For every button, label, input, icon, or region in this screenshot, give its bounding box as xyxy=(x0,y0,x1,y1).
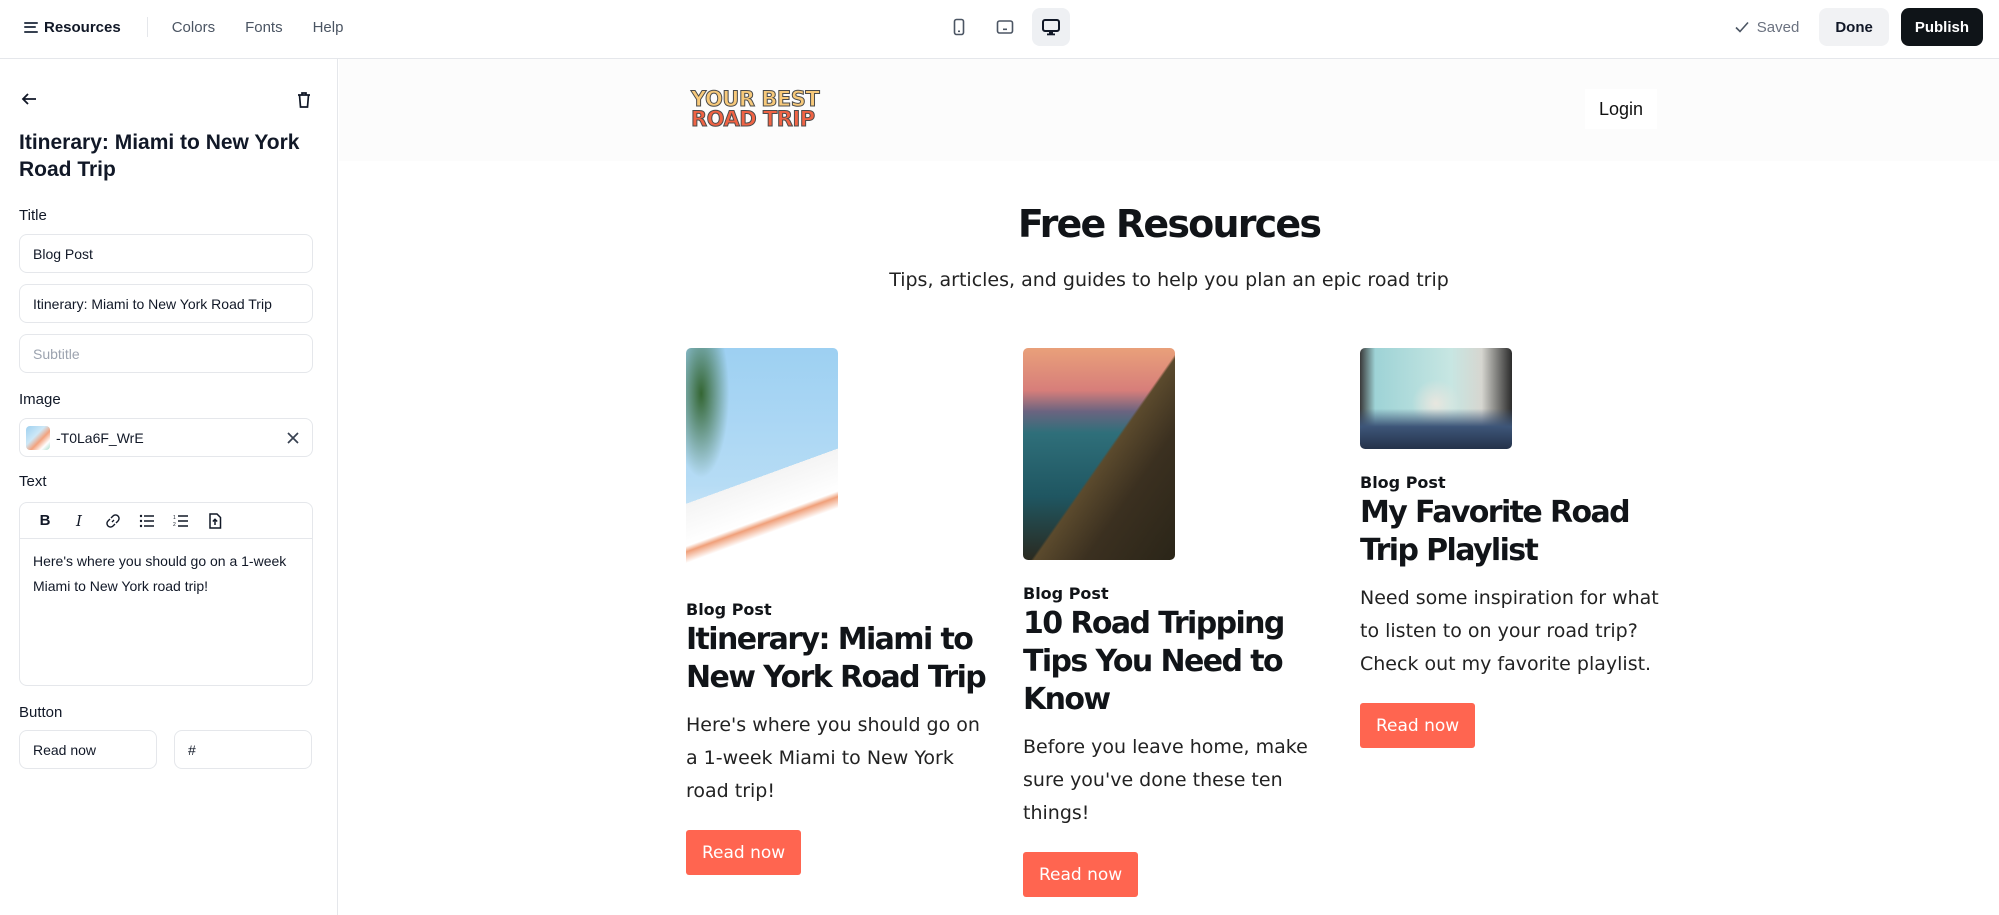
mobile-view-button[interactable] xyxy=(940,8,978,46)
italic-icon[interactable]: I xyxy=(68,510,90,532)
nav-help[interactable]: Help xyxy=(313,19,344,36)
card-image[interactable] xyxy=(1360,348,1512,449)
divider xyxy=(146,17,148,37)
rich-text-editor: B I 12 Here's where you should go on a 1… xyxy=(19,502,313,686)
read-now-button[interactable]: Read now xyxy=(1023,852,1139,897)
card-description: Need some inspiration for what to listen… xyxy=(1360,587,1659,675)
card-category: Blog Post xyxy=(1023,584,1109,603)
brand-label: Resources xyxy=(44,18,121,36)
desktop-icon xyxy=(1042,19,1060,36)
nav-colors[interactable]: Colors xyxy=(172,19,215,36)
read-now-button[interactable]: Read now xyxy=(1360,703,1476,748)
svg-text:1: 1 xyxy=(173,515,176,521)
card-title[interactable]: 10 Road Tripping Tips You Need to Know xyxy=(1023,605,1323,719)
editor-sidebar: Itinerary: Miami to New York Road Trip T… xyxy=(0,59,338,915)
close-icon[interactable] xyxy=(286,431,300,445)
nav-fonts[interactable]: Fonts xyxy=(245,19,283,36)
desktop-view-button[interactable] xyxy=(1032,8,1070,46)
check-icon xyxy=(1735,21,1749,33)
resource-card: Blog Post My Favorite Road Trip Playlist… xyxy=(1360,348,1660,748)
card-description: Here's where you should go on a 1-week M… xyxy=(686,714,980,802)
image-thumbnail xyxy=(26,425,50,450)
upload-file-icon[interactable] xyxy=(204,510,226,532)
card-image[interactable] xyxy=(1023,348,1175,560)
publish-button[interactable]: Publish xyxy=(1900,8,1983,46)
tablet-icon xyxy=(996,20,1014,34)
top-bar: Resources Colors Fonts Help Saved Done P… xyxy=(0,0,1999,59)
resource-card: Blog Post 10 Road Tripping Tips You Need… xyxy=(1023,348,1323,897)
device-switcher xyxy=(940,8,1070,46)
tablet-view-button[interactable] xyxy=(986,8,1024,46)
card-image[interactable] xyxy=(686,348,838,576)
card-category: Blog Post xyxy=(1360,473,1446,492)
menu-icon xyxy=(24,21,38,33)
logo-line-1: YOUR BEST xyxy=(690,87,820,111)
image-label: Image xyxy=(19,391,61,408)
done-button[interactable]: Done xyxy=(1819,8,1889,46)
svg-text:2: 2 xyxy=(173,522,176,528)
image-picker[interactable]: -T0La6F_WrE xyxy=(19,418,313,457)
trash-icon[interactable] xyxy=(296,91,312,109)
numbered-list-icon[interactable]: 12 xyxy=(170,510,192,532)
button-text-input[interactable]: Read now xyxy=(19,730,157,769)
button-link-input[interactable]: # xyxy=(174,730,312,769)
subtitle-input[interactable]: Subtitle xyxy=(19,334,313,373)
site-preview: YOUR BEST ROAD TRIP Login Free Resources… xyxy=(339,59,1999,915)
title-input[interactable]: Itinerary: Miami to New York Road Trip xyxy=(19,284,313,323)
resource-card: Blog Post Itinerary: Miami to New York R… xyxy=(686,348,987,875)
editor-toolbar: B I 12 xyxy=(20,503,312,539)
page-subtitle: Tips, articles, and guides to help you p… xyxy=(889,269,1449,291)
link-icon[interactable] xyxy=(102,510,124,532)
arrow-left-icon[interactable] xyxy=(20,91,38,107)
read-now-button[interactable]: Read now xyxy=(686,830,802,875)
site-logo[interactable]: YOUR BEST ROAD TRIP xyxy=(690,87,820,131)
button-label: Button xyxy=(19,704,63,721)
login-button[interactable]: Login xyxy=(1585,89,1658,129)
resources-menu-button[interactable]: Resources xyxy=(24,19,121,36)
item-heading: Itinerary: Miami to New York Road Trip xyxy=(19,131,300,181)
mobile-icon xyxy=(953,18,965,36)
text-label: Text xyxy=(19,473,47,490)
logo-line-2: ROAD TRIP xyxy=(690,107,815,131)
bullet-list-icon[interactable] xyxy=(136,510,158,532)
text-body-input[interactable]: Here's where you should go on a 1-week M… xyxy=(20,539,312,609)
saved-label: Saved xyxy=(1756,18,1800,36)
card-title[interactable]: My Favorite Road Trip Playlist xyxy=(1360,494,1660,570)
card-description: Before you leave home, make sure you've … xyxy=(1023,736,1308,824)
card-category: Blog Post xyxy=(686,600,772,619)
card-title[interactable]: Itinerary: Miami to New York Road Trip xyxy=(686,621,987,697)
title-label: Title xyxy=(19,207,47,224)
image-filename: -T0La6F_WrE xyxy=(56,429,144,446)
category-input[interactable]: Blog Post xyxy=(19,234,313,273)
site-header: YOUR BEST ROAD TRIP Login xyxy=(339,59,1999,161)
saved-status: Saved xyxy=(1735,18,1800,36)
bold-icon[interactable]: B xyxy=(34,510,56,532)
page-title: Free Resources xyxy=(1017,202,1322,246)
